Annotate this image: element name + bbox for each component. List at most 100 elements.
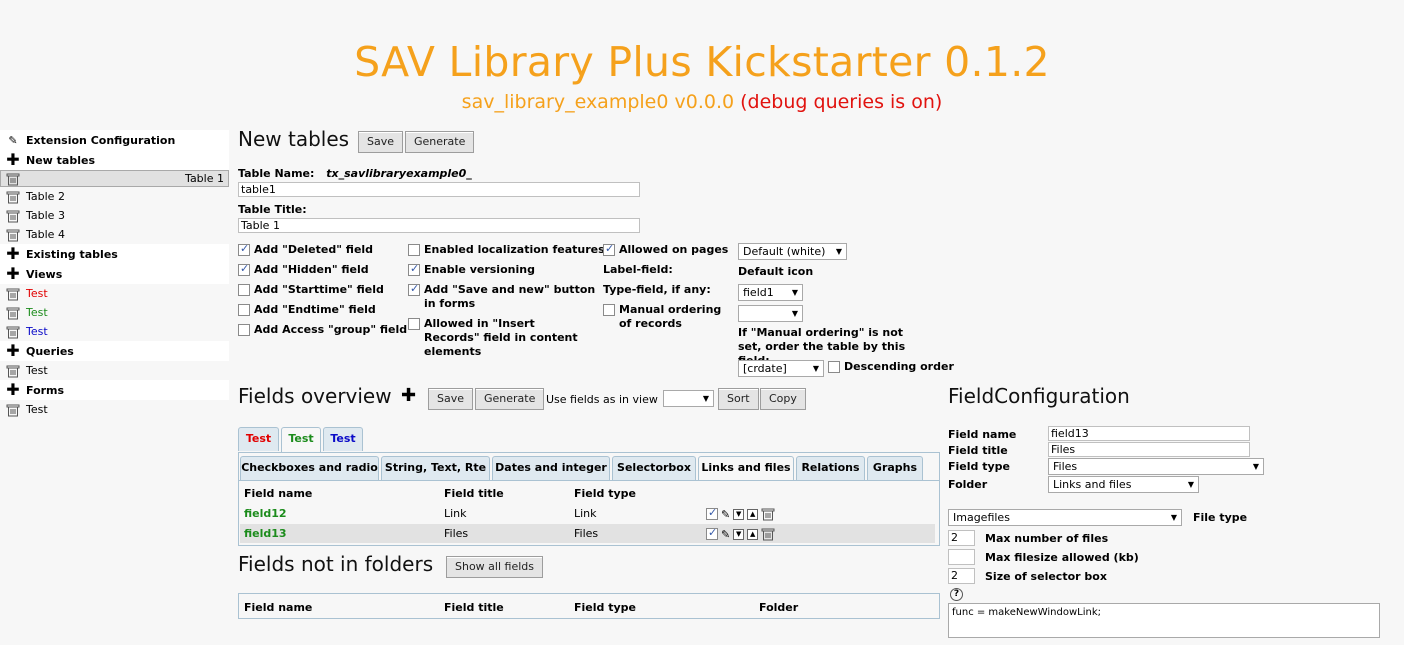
sidebar-section[interactable]: ✚ Existing tables	[0, 244, 229, 264]
save-new-checkbox[interactable]	[408, 282, 420, 296]
plus-icon[interactable]: ✚	[5, 152, 21, 168]
plus-icon[interactable]: ✚	[5, 343, 21, 359]
generate-button[interactable]: Generate	[405, 131, 475, 153]
starttime-checkbox[interactable]	[238, 284, 250, 296]
field-name-link[interactable]: field12	[244, 507, 287, 520]
sidebar-item[interactable]: Test	[0, 400, 229, 419]
help-icon[interactable]: ?	[950, 588, 963, 601]
opt-starttime[interactable]: Add "Starttime" field	[238, 283, 384, 296]
hidden-checkbox[interactable]	[238, 262, 250, 276]
trash-icon[interactable]	[761, 507, 775, 521]
move-up-icon[interactable]: ▲	[747, 508, 759, 520]
view-tab-1[interactable]: Test	[238, 427, 279, 451]
sidebar-section[interactable]: ✚ Queries	[0, 341, 229, 361]
table-name-input[interactable]: table1	[238, 182, 640, 197]
opt-allowed-pages[interactable]: Allowed on pages	[603, 242, 728, 256]
trash-icon[interactable]	[5, 306, 21, 320]
trash-icon[interactable]	[5, 403, 21, 417]
sidebar-item[interactable]: Test	[0, 322, 229, 341]
opt-versioning[interactable]: Enable versioning	[408, 262, 535, 276]
move-up-icon[interactable]: ▲	[747, 528, 759, 540]
insert-records-checkbox[interactable]	[408, 318, 420, 330]
type-field-select[interactable]: ▼	[738, 305, 803, 322]
field-type-select[interactable]: Files ▼	[1048, 458, 1264, 475]
show-all-fields-button[interactable]: Show all fields	[446, 556, 543, 578]
opt-access[interactable]: Add Access "group" field	[238, 323, 407, 336]
config-textarea[interactable]: func = makeNewWindowLink;	[948, 603, 1380, 638]
selector-size-input[interactable]: 2	[948, 568, 975, 584]
trash-icon[interactable]	[761, 527, 775, 541]
opt-endtime[interactable]: Add "Endtime" field	[238, 303, 376, 316]
sidebar-item[interactable]: Table 3	[0, 206, 229, 225]
folder-tab-checkboxes[interactable]: Checkboxes and radio	[240, 456, 379, 480]
folder-tab-graphs[interactable]: Graphs	[867, 456, 923, 480]
sidebar-item[interactable]: Test	[0, 284, 229, 303]
folder-tab-relations[interactable]: Relations	[796, 456, 865, 480]
use-fields-select[interactable]: ▼	[663, 390, 714, 407]
sidebar-item[interactable]: Table 1	[0, 170, 229, 187]
fields-save-button[interactable]: Save	[428, 388, 474, 410]
view-tab-2[interactable]: Test	[281, 427, 321, 452]
folder-tab-string[interactable]: String, Text, Rte	[381, 456, 490, 480]
pencil-icon[interactable]: ✎	[5, 133, 21, 147]
view-tab-3[interactable]: Test	[323, 427, 363, 451]
trash-icon[interactable]	[5, 287, 21, 301]
field-name-link[interactable]: field13	[244, 527, 287, 540]
row-checkbox[interactable]	[706, 506, 718, 520]
localization-checkbox[interactable]	[408, 244, 420, 256]
sidebar-section[interactable]: ✚ Forms	[0, 380, 229, 400]
deleted-checkbox[interactable]	[238, 242, 250, 256]
row-checkbox[interactable]	[706, 526, 718, 540]
field-name-input[interactable]: field13	[1048, 426, 1250, 441]
sidebar-item[interactable]: Table 4	[0, 225, 229, 244]
icon-select[interactable]: Default (white) ▼	[738, 243, 847, 260]
max-size-input[interactable]	[948, 549, 975, 565]
sidebar-item[interactable]: Test	[0, 361, 229, 380]
table-title-input[interactable]: Table 1	[238, 218, 640, 233]
trash-icon[interactable]	[5, 228, 21, 242]
opt-deleted[interactable]: Add "Deleted" field	[238, 242, 373, 256]
sidebar-item[interactable]: Table 2	[0, 187, 229, 206]
plus-icon[interactable]: ✚	[5, 266, 21, 282]
copy-button[interactable]: Copy	[760, 388, 806, 410]
endtime-checkbox[interactable]	[238, 304, 250, 316]
folder-tab-dates[interactable]: Dates and integer	[492, 456, 610, 480]
opt-descending[interactable]: Descending order	[828, 360, 954, 373]
field-title-input[interactable]: Files	[1048, 442, 1250, 457]
add-field-icon[interactable]: ✚	[401, 387, 416, 405]
folder-tab-selectorbox[interactable]: Selectorbox	[612, 456, 696, 480]
order-select[interactable]: [crdate] ▼	[738, 360, 824, 377]
trash-icon[interactable]	[5, 190, 21, 204]
access-checkbox[interactable]	[238, 324, 250, 336]
sidebar-section[interactable]: ✚ New tables	[0, 150, 229, 170]
move-down-icon[interactable]: ▼	[733, 528, 745, 540]
descending-checkbox[interactable]	[828, 361, 840, 373]
move-down-icon[interactable]: ▼	[733, 508, 745, 520]
folder-select[interactable]: Links and files ▼	[1048, 476, 1199, 493]
sidebar-section[interactable]: ✎ Extension Configuration	[0, 130, 229, 150]
label-field-select[interactable]: field1 ▼	[738, 284, 803, 301]
sort-button[interactable]: Sort	[718, 388, 759, 410]
fields-generate-button[interactable]: Generate	[475, 388, 545, 410]
max-files-input[interactable]: 2	[948, 530, 975, 546]
opt-localization[interactable]: Enabled localization features	[408, 243, 605, 256]
sidebar-item[interactable]: Test	[0, 303, 229, 322]
opt-hidden[interactable]: Add "Hidden" field	[238, 262, 369, 276]
opt-save-new[interactable]: Add "Save and new" button in forms	[408, 282, 598, 311]
opt-manual-ordering[interactable]: Manual ordering of records	[603, 303, 733, 331]
trash-icon[interactable]	[5, 209, 21, 223]
trash-icon[interactable]	[5, 364, 21, 378]
opt-insert-records[interactable]: Allowed in "Insert Records" field in con…	[408, 317, 593, 359]
save-button[interactable]: Save	[358, 131, 404, 153]
folder-tab-links[interactable]: Links and files	[698, 456, 794, 481]
versioning-checkbox[interactable]	[408, 262, 420, 276]
trash-icon[interactable]	[5, 325, 21, 339]
file-type-select[interactable]: Imagefiles ▼	[948, 509, 1182, 526]
pencil-icon[interactable]: ✎	[721, 508, 730, 521]
plus-icon[interactable]: ✚	[5, 246, 21, 262]
sidebar-section[interactable]: ✚ Views	[0, 264, 229, 284]
pencil-icon[interactable]: ✎	[721, 528, 730, 541]
trash-icon[interactable]	[5, 172, 21, 186]
plus-icon[interactable]: ✚	[5, 382, 21, 398]
manual-ordering-checkbox[interactable]	[603, 304, 615, 316]
